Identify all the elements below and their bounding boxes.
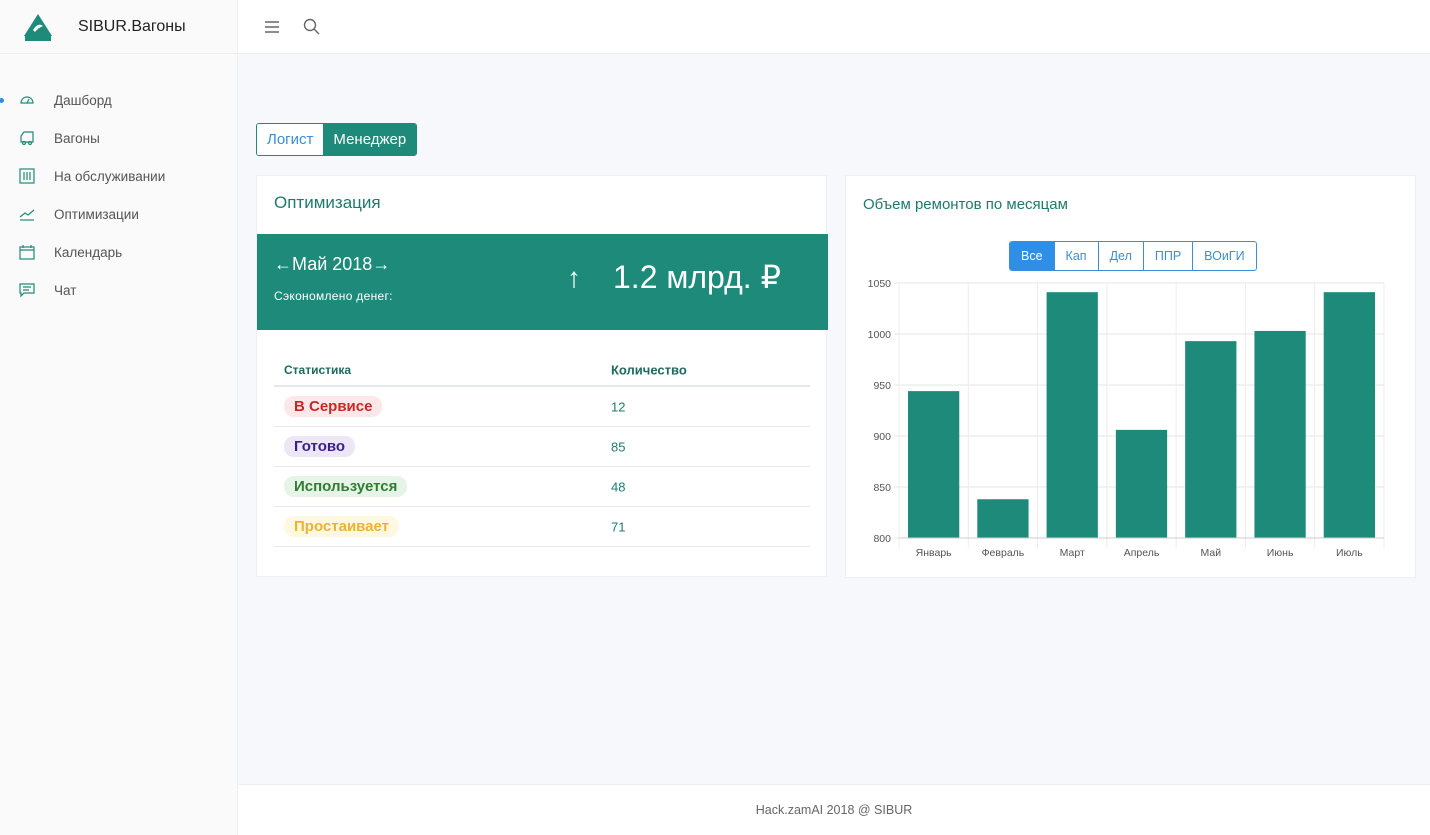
sidebar: SIBUR.Вагоны Дашборд Вагоны На обслужива… bbox=[0, 0, 238, 835]
x-tick-label: Июнь bbox=[1267, 547, 1294, 559]
chat-icon bbox=[19, 283, 35, 298]
sidebar-item-calendar[interactable]: Календарь bbox=[0, 237, 238, 267]
sidebar-item-label: На обслуживании bbox=[54, 168, 166, 184]
optimization-card: Оптимизация ← Май 2018 → Сэкономлено ден… bbox=[256, 175, 828, 577]
sidebar-item-maintenance[interactable]: На обслуживании bbox=[0, 161, 238, 191]
table-header: Статистика Количество bbox=[274, 354, 810, 387]
count-value: 48 bbox=[611, 479, 626, 494]
table-row: Готово 85 bbox=[274, 427, 810, 467]
status-badge: Готово bbox=[284, 435, 356, 457]
count-value: 71 bbox=[611, 519, 626, 534]
y-tick-label: 850 bbox=[873, 482, 891, 494]
count-value: 12 bbox=[611, 399, 626, 414]
prev-month-button[interactable]: ← bbox=[274, 254, 292, 275]
card-title: Оптимизация bbox=[274, 193, 381, 212]
bar[interactable] bbox=[1046, 292, 1098, 538]
y-tick-label: 800 bbox=[873, 533, 891, 545]
next-month-button[interactable]: → bbox=[372, 254, 390, 275]
x-tick-label: Июль bbox=[1336, 547, 1363, 559]
bar-chart: 800 850 900 950 1000 1050 Январь Февраль Март Апр… bbox=[868, 278, 1385, 559]
bar[interactable] bbox=[1115, 429, 1168, 538]
bar[interactable] bbox=[1185, 341, 1237, 538]
active-indicator bbox=[0, 97, 4, 103]
status-badge: Простаивает bbox=[284, 515, 400, 537]
status-badge: В Сервисе bbox=[284, 395, 383, 417]
month-selector: ← Май 2018 → bbox=[274, 254, 390, 275]
x-tick-label: Апрель bbox=[1124, 547, 1160, 559]
x-tick-label: Март bbox=[1060, 547, 1085, 559]
search-icon[interactable] bbox=[302, 17, 322, 37]
trend-icon bbox=[19, 209, 35, 221]
arrow-up-icon: ↑ bbox=[567, 262, 581, 293]
sidebar-item-label: Оптимизации bbox=[54, 206, 139, 222]
truck-icon bbox=[20, 131, 34, 146]
x-tick-label: Май bbox=[1200, 547, 1221, 559]
sliders-icon bbox=[19, 168, 35, 184]
dashboard-icon bbox=[20, 96, 34, 104]
bar[interactable] bbox=[1323, 292, 1375, 538]
status-badge: Используется bbox=[284, 475, 408, 497]
saved-label: Сэкономлено денег: bbox=[274, 289, 393, 303]
repairs-chart-card: Объем ремонтов по месяцам Все Кап Дел ППР ВО… bbox=[845, 175, 1416, 578]
y-tick-label: 900 bbox=[873, 431, 891, 443]
sidebar-item-label: Чат bbox=[54, 282, 77, 298]
y-tick-label: 1050 bbox=[868, 278, 892, 290]
y-tick-label: 950 bbox=[873, 380, 891, 392]
calendar-icon bbox=[19, 245, 35, 260]
sibur-logo-icon bbox=[24, 13, 52, 41]
sidebar-item-label: Календарь bbox=[54, 244, 123, 260]
bar[interactable] bbox=[908, 391, 960, 538]
role-manager-button[interactable]: Менеджер bbox=[323, 124, 417, 155]
top-bar bbox=[238, 0, 1430, 54]
column-header-count: Количество bbox=[611, 362, 687, 377]
sidebar-item-label: Дашборд bbox=[54, 92, 112, 108]
x-tick-label: Январь bbox=[916, 547, 953, 559]
sidebar-item-wagons[interactable]: Вагоны bbox=[0, 123, 238, 153]
month-label: Май 2018 bbox=[292, 254, 373, 274]
stats-table: Статистика Количество В Сервисе 12 Готово 8… bbox=[274, 354, 810, 547]
sidebar-item-chat[interactable]: Чат bbox=[0, 275, 238, 305]
column-header-stat: Статистика bbox=[284, 362, 352, 377]
sidebar-item-dashboard[interactable]: Дашборд bbox=[0, 85, 238, 115]
role-toggle: Логист Менеджер bbox=[256, 123, 418, 156]
footer-text: Hack.zamAI 2018 @ SIBUR bbox=[755, 803, 913, 817]
savings-banner: ← Май 2018 → Сэкономлено денег: ↑ 1.2 мл… bbox=[257, 234, 828, 330]
savings-amount: 1.2 млрд. ₽ bbox=[613, 259, 781, 295]
footer: Hack.zamAI 2018 @ SIBUR bbox=[238, 784, 1430, 835]
sidebar-item-label: Вагоны bbox=[54, 130, 100, 146]
bar[interactable] bbox=[977, 499, 1029, 538]
count-value: 85 bbox=[611, 439, 626, 454]
table-row: Используется 48 bbox=[274, 467, 810, 507]
brand: SIBUR.Вагоны bbox=[0, 0, 237, 54]
x-tick-label: Февраль bbox=[982, 547, 1025, 559]
table-row: Простаивает 71 bbox=[274, 507, 810, 547]
menu-icon[interactable] bbox=[262, 17, 282, 37]
app-title: SIBUR.Вагоны bbox=[78, 17, 186, 35]
y-tick-label: 1000 bbox=[868, 329, 892, 341]
bar[interactable] bbox=[1254, 330, 1306, 538]
role-logist-button[interactable]: Логист bbox=[257, 124, 324, 155]
table-row: В Сервисе 12 bbox=[274, 387, 810, 427]
sidebar-item-optimizations[interactable]: Оптимизации bbox=[0, 199, 238, 229]
